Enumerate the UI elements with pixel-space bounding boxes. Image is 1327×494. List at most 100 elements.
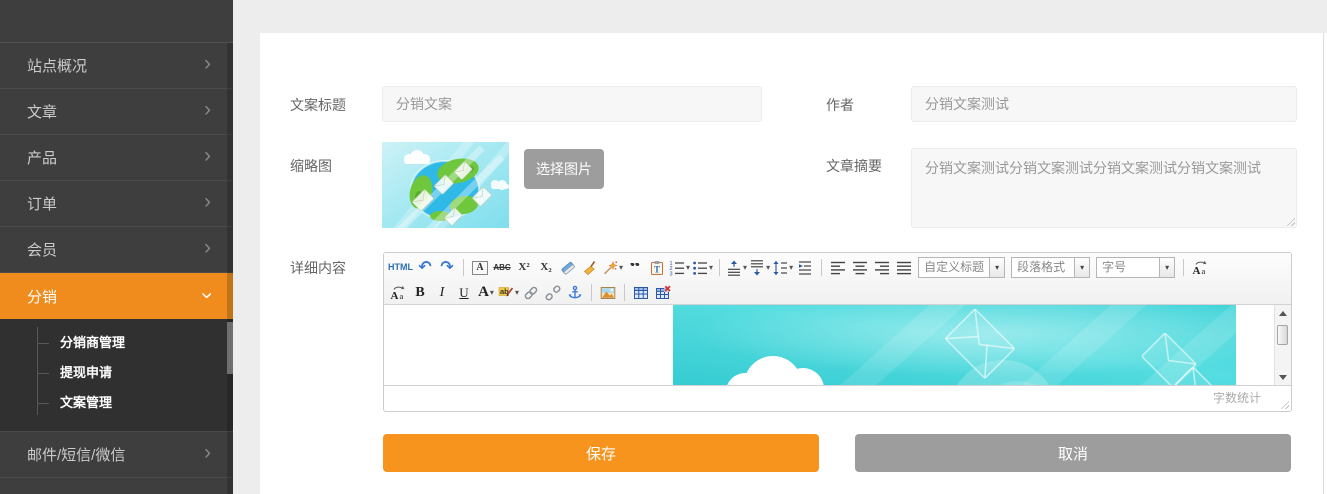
paragraph-format-select[interactable]: 段落格式▾ (1011, 257, 1090, 278)
paste-text-icon[interactable]: T (647, 257, 667, 278)
space-before-paragraph-icon[interactable]: ▾ (726, 257, 747, 278)
sidebar-item-label: 邮件/短信/微信 (27, 444, 125, 465)
scrollbar-up-button[interactable] (1275, 305, 1291, 320)
choose-image-button[interactable]: 选择图片 (524, 149, 604, 189)
scrollbar-down-button[interactable] (1275, 370, 1291, 385)
page-right-gutter (1323, 33, 1327, 494)
svg-text:a: a (1202, 266, 1206, 276)
sidebar-item-2[interactable]: 产品› (0, 135, 233, 181)
chevron-down-icon[interactable]: ▾ (619, 263, 623, 272)
sidebar-scrollbar-thumb[interactable] (227, 322, 233, 374)
align-left-icon[interactable] (828, 257, 848, 278)
auto-format-icon[interactable]: ▾ (602, 257, 623, 278)
anchor-icon[interactable] (565, 282, 585, 303)
eraser-icon[interactable] (558, 257, 578, 278)
insert-image-icon[interactable] (598, 282, 618, 303)
chevron-right-icon: › (204, 442, 211, 463)
chevron-down-icon: › (197, 292, 218, 299)
indent-icon[interactable] (795, 257, 815, 278)
source-code-icon[interactable]: HTML (388, 257, 413, 278)
toolbar-separator (821, 259, 822, 276)
undo-icon[interactable]: ↶ (415, 257, 435, 278)
author-input[interactable] (911, 86, 1297, 122)
underline-icon[interactable]: U (454, 282, 474, 303)
editor-content[interactable] (384, 305, 1291, 385)
custom-title-select[interactable]: 自定义标题▾ (918, 257, 1005, 278)
chevron-down-icon[interactable]: ▾ (709, 263, 713, 272)
toolbar-separator (463, 259, 464, 276)
sidebar-item-4[interactable]: 会员 › (0, 227, 233, 273)
sidebar-scrollbar-track[interactable] (227, 43, 233, 494)
sidebar-item-6[interactable]: 邮件/短信/微信 › (0, 432, 233, 478)
wordcount-label: 字数统计 (1213, 391, 1261, 405)
blockquote-icon-glyph: “ (630, 263, 641, 273)
triangle-down-icon (1279, 375, 1287, 384)
editor-scrollbar[interactable] (1274, 305, 1291, 385)
space-after-paragraph-icon[interactable]: ▾ (749, 257, 770, 278)
source-code-icon-glyph: HTML (388, 263, 413, 272)
sidebar-item-label: 文章 (27, 101, 57, 122)
font-size-select[interactable]: 字号▾ (1096, 257, 1175, 278)
align-right-icon[interactable] (872, 257, 892, 278)
chevron-down-icon[interactable]: ▾ (766, 263, 770, 272)
clear-format-icon[interactable] (580, 257, 600, 278)
autotypeset-icon[interactable]: A (470, 257, 490, 278)
svg-text:a: a (400, 291, 404, 301)
save-button[interactable]: 保存 (383, 434, 819, 472)
chevron-down-icon[interactable]: ▾ (989, 258, 1004, 277)
unlink-icon[interactable] (543, 282, 563, 303)
chevron-down-icon[interactable]: ▾ (515, 288, 519, 297)
align-center-icon[interactable] (850, 257, 870, 278)
italic-icon[interactable]: I (432, 282, 452, 303)
sidebar-item-0[interactable]: 站点概况› (0, 43, 233, 89)
cancel-button[interactable]: 取消 (855, 434, 1291, 472)
superscript-icon[interactable]: X² (514, 257, 534, 278)
chevron-down-icon[interactable]: ▾ (743, 263, 747, 272)
font-color-icon[interactable]: A▾ (476, 282, 496, 303)
highlight-icon[interactable]: ab▾ (498, 282, 519, 303)
subscript-icon[interactable]: X₂ (536, 257, 556, 278)
paragraph-format-select-label: 段落格式 (1012, 258, 1074, 277)
blockquote-icon[interactable]: “ (625, 257, 645, 278)
unordered-list-icon[interactable]: ▾ (692, 257, 713, 278)
sidebar-item-1[interactable]: 文章 › (0, 89, 233, 135)
underline-icon-glyph: U (459, 286, 468, 299)
redo-icon[interactable]: ↷ (437, 257, 457, 278)
scrollbar-thumb[interactable] (1277, 325, 1288, 345)
editor-resize-grip[interactable] (1278, 398, 1289, 409)
chevron-down-icon[interactable]: ▾ (1074, 258, 1089, 277)
chevron-down-icon[interactable]: ▾ (490, 288, 494, 297)
align-justify-icon[interactable] (894, 257, 914, 278)
submenu-item-1[interactable]: 提现申请 (0, 358, 233, 388)
insert-table-icon[interactable] (631, 282, 651, 303)
case-convert-icon[interactable]: Aa (388, 282, 408, 303)
sidebar-menu: 站点概况›文章›产品›订单›会员›分销›分销商管理提现申请文案管理邮件/短信/微… (0, 43, 233, 478)
submenu-item-0[interactable]: 分销商管理 (0, 328, 233, 358)
font-size-select-label: 字号 (1097, 258, 1159, 277)
chevron-right-icon: › (204, 237, 211, 258)
title-input[interactable] (382, 86, 762, 122)
sidebar-item-label: 会员 (27, 239, 57, 260)
ordered-list-icon[interactable]: 123▾ (669, 257, 690, 278)
editor-banner-image[interactable] (673, 305, 1236, 385)
strikethrough-icon[interactable]: ABC (492, 257, 512, 278)
chevron-down-icon[interactable]: ▾ (686, 263, 690, 272)
chevron-down-icon[interactable]: ▾ (1159, 258, 1174, 277)
link-icon[interactable] (521, 282, 541, 303)
summary-textarea[interactable]: 分销文案测试分销文案测试分销文案测试分销文案测试 (911, 148, 1297, 228)
font-case-icon[interactable]: Aa (1190, 257, 1210, 278)
editor-status-bar: 字数统计 (384, 385, 1291, 411)
line-height-icon[interactable]: ▾ (772, 257, 793, 278)
sidebar-item-3[interactable]: 订单› (0, 181, 233, 227)
sidebar-submenu: 分销商管理提现申请文案管理 (0, 319, 233, 432)
sidebar-item-label: 产品 (27, 147, 57, 168)
submenu-item-2[interactable]: 文案管理 (0, 388, 233, 418)
sidebar-item-5[interactable]: 分销 › (0, 273, 233, 319)
chevron-down-icon[interactable]: ▾ (789, 263, 793, 272)
editor-toolbar-row1: HTML↶↷AABCX²X₂▾“T123▾▾▾▾▾自定义标题▾段落格式▾字号▾A… (387, 255, 1288, 280)
sidebar-item-label: 分销 (27, 286, 57, 307)
delete-table-icon[interactable] (653, 282, 673, 303)
chevron-right-icon: › (204, 99, 211, 120)
bold-icon[interactable]: B (410, 282, 430, 303)
autotypeset-icon-glyph: A (472, 261, 487, 275)
